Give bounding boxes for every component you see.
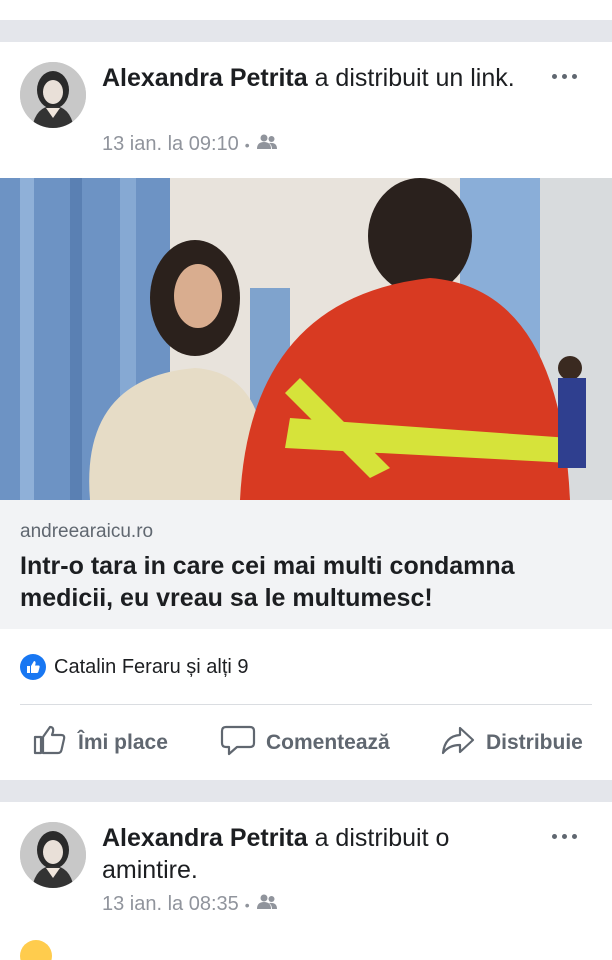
reactions-text: Catalin Feraru și alți 9 [54, 655, 249, 678]
friends-audience-icon[interactable] [256, 133, 278, 156]
post-meta: 13 ian. la 09:10 • [102, 133, 278, 156]
share-label: Distribuie [486, 731, 583, 754]
feed-separator [0, 20, 612, 42]
like-icon [32, 724, 68, 762]
like-button[interactable]: Îmi place [32, 720, 168, 766]
actions-divider [20, 704, 592, 705]
reactions-summary[interactable]: Catalin Feraru și alți 9 [20, 654, 249, 680]
link-preview-image[interactable] [0, 178, 612, 500]
post-action-text: a distribuit un link. [307, 64, 515, 92]
post-timestamp[interactable]: 13 ian. la 08:35 [102, 893, 239, 916]
more-options-icon[interactable] [544, 66, 584, 86]
post-meta: 13 ian. la 08:35 • [102, 893, 278, 916]
post-header-text: Alexandra Petrita a distribuit o amintir… [102, 822, 532, 886]
link-domain: andreearaicu.ro [20, 521, 154, 542]
author-name[interactable]: Alexandra Petrita [102, 824, 308, 852]
post-header-text: Alexandra Petrita a distribuit un link. [102, 62, 532, 94]
post-actions-bar: Îmi place Comentează Distribuie [0, 720, 612, 766]
author-name[interactable]: Alexandra Petrita [102, 64, 308, 92]
avatar[interactable] [20, 822, 86, 888]
avatar[interactable] [20, 62, 86, 128]
more-options-icon[interactable] [544, 826, 584, 846]
share-button[interactable]: Distribuie [440, 720, 583, 766]
comment-button[interactable]: Comentează [220, 720, 390, 766]
like-label: Îmi place [78, 731, 168, 754]
link-preview-box[interactable]: andreearaicu.ro Intr-o tara in care cei … [0, 500, 612, 629]
friends-audience-icon[interactable] [256, 893, 278, 916]
comment-label: Comentează [266, 731, 390, 754]
top-strip [0, 0, 612, 20]
feed-post: Alexandra Petrita a distribuit o amintir… [0, 802, 612, 960]
link-title[interactable]: Intr-o tara in care cei mai multi condam… [20, 550, 592, 614]
like-reaction-icon [20, 654, 46, 680]
comment-icon [220, 724, 256, 762]
share-icon [440, 724, 476, 762]
feed-separator [0, 780, 612, 802]
post-timestamp[interactable]: 13 ian. la 09:10 [102, 133, 239, 156]
